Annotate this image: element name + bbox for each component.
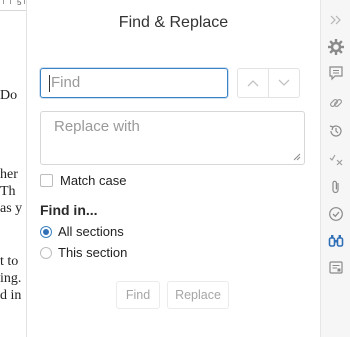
radio-this-section[interactable] [40,246,52,259]
doc-line: Th [0,184,16,199]
dialog-title: Find & Replace [118,14,229,31]
doc-line: Do [0,88,18,103]
radio-label: All sections [58,224,124,239]
scope-option-all-sections[interactable]: All sections [40,224,124,239]
next-match-button[interactable] [268,68,300,98]
binoculars-icon[interactable] [327,232,345,250]
attachment-icon[interactable] [327,178,345,196]
doc-line: as y [0,201,23,216]
right-toolbar [320,0,350,337]
history-icon[interactable] [327,122,345,140]
radio-label: This section [58,245,128,260]
comment-icon[interactable] [327,64,345,82]
ruler: 5 [0,0,26,11]
find-input[interactable]: Find [40,68,228,98]
chevron-down-icon [278,79,290,86]
radio-all-sections[interactable] [40,225,52,238]
preview-icon[interactable] [327,259,345,277]
collapse-icon[interactable] [327,11,345,29]
link-icon[interactable] [327,94,345,112]
ruler-tick [3,0,4,4]
chevron-up-icon [247,80,259,87]
document-area: 5 Do her Th as y t to ing. d in [0,0,26,337]
replace-placeholder: Replace with [54,118,140,135]
doc-line: t to [0,254,19,269]
find-button[interactable]: Find [116,281,160,309]
spellcheck-icon[interactable] [327,150,345,168]
doc-line: d in [0,288,22,303]
ruler-tick [10,0,11,4]
replace-input[interactable]: Replace with [40,111,305,165]
resize-grip-icon[interactable] [293,153,301,161]
match-case-checkbox[interactable] [40,174,53,187]
check-circle-icon[interactable] [327,205,345,223]
find-replace-panel: Find & Replace Find Replace with Match c… [26,0,320,337]
scope-option-this-section[interactable]: This section [40,245,127,260]
match-case-label: Match case [60,173,127,188]
doc-line: ing. [0,271,22,286]
ruler-tick [24,0,25,4]
find-in-heading: Find in... [40,202,98,218]
previous-match-button[interactable] [237,68,269,98]
replace-button[interactable]: Replace [167,281,229,309]
find-placeholder: Find [51,74,81,91]
gear-icon[interactable] [327,38,345,56]
match-case-option[interactable]: Match case [40,173,126,188]
ruler-number: 5 [17,0,22,7]
text-caret [49,74,50,92]
doc-line: her [0,167,18,182]
